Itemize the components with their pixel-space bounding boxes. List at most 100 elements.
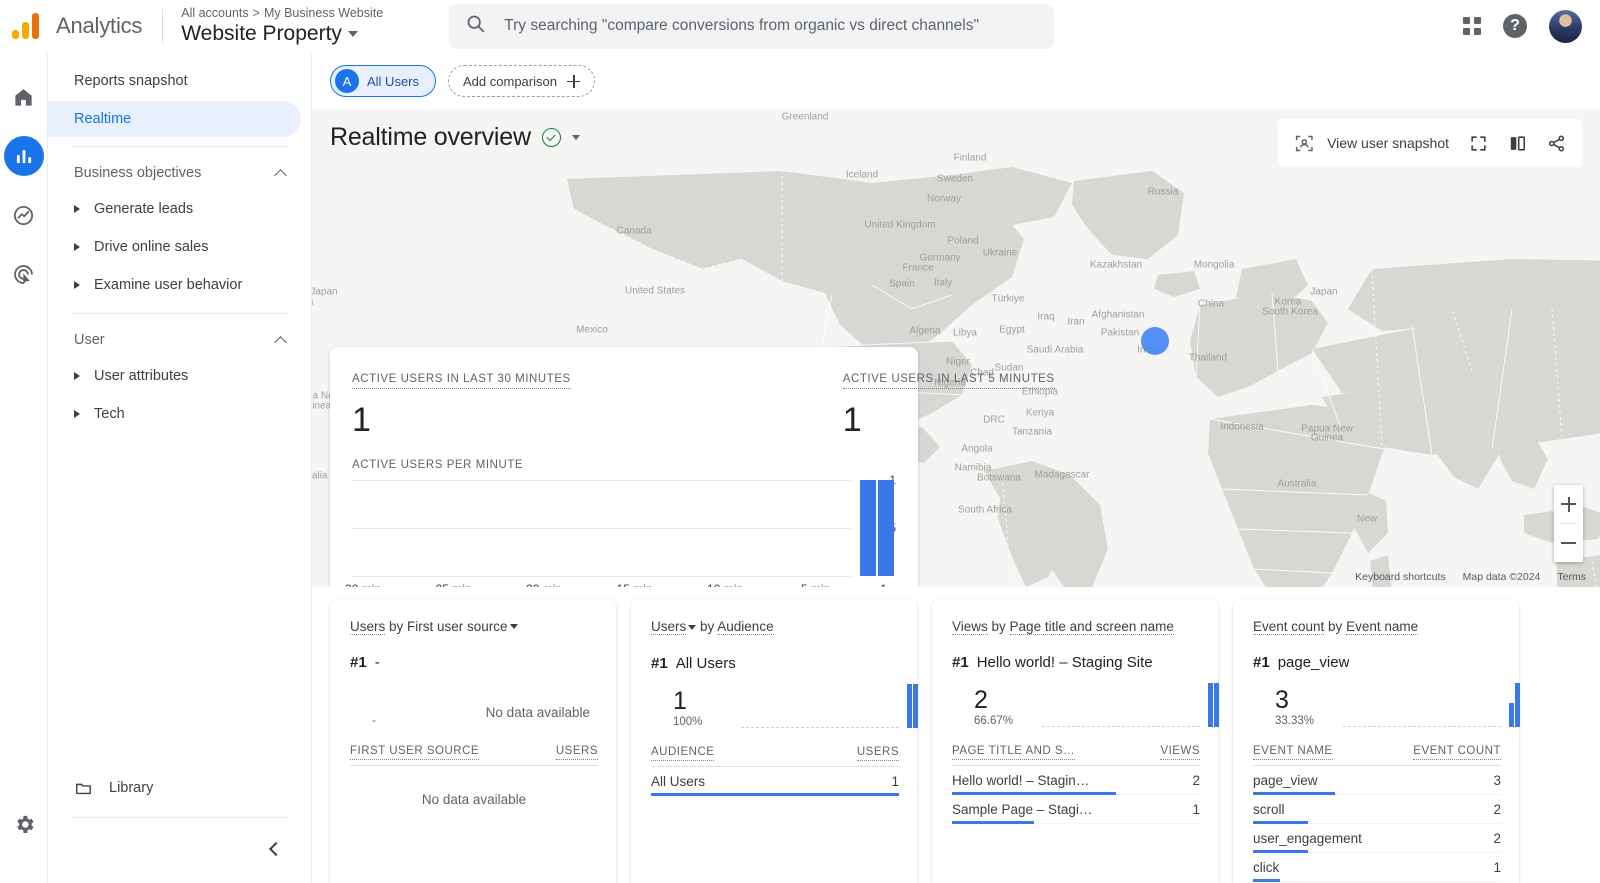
sidebar-group-user[interactable]: User <box>48 323 311 357</box>
map-zoom-controls <box>1554 485 1583 562</box>
view-user-snapshot-button[interactable]: View user snapshot <box>1294 133 1449 154</box>
sidebar-item-label: Library <box>109 780 153 796</box>
share-icon[interactable] <box>1547 134 1566 153</box>
breadcrumb-account[interactable]: My Business Website <box>264 6 383 20</box>
card-column-dimension[interactable]: EVENT NAME <box>1253 745 1333 760</box>
sidebar-item-library[interactable]: Library <box>48 768 311 808</box>
card-column-dimension[interactable]: FIRST USER SOURCE <box>350 745 479 760</box>
sidebar-group-label: User <box>74 332 105 348</box>
main-content: A All Users Add comparison <box>312 53 1600 883</box>
card-column-dimension[interactable]: AUDIENCE <box>651 746 714 761</box>
card-highlight-value: 1 <box>673 687 733 715</box>
row-label: click <box>1253 860 1279 875</box>
card-metric-label[interactable]: Event count <box>1253 619 1324 635</box>
table-row[interactable]: click1 <box>1253 853 1501 882</box>
sidebar-item-generate-leads[interactable]: Generate leads <box>48 190 311 228</box>
plus-icon <box>567 75 580 88</box>
breadcrumb-all-accounts[interactable]: All accounts <box>181 6 248 20</box>
card-table-header: FIRST USER SOURCE USERS <box>350 745 598 766</box>
sidebar-item-user-attributes[interactable]: User attributes <box>48 357 311 395</box>
card-dimension-label[interactable]: Event name <box>1346 619 1418 635</box>
account-selector[interactable]: All accounts > My Business Website Website… <box>181 6 411 47</box>
sidebar-item-drive-online-sales[interactable]: Drive online sales <box>48 228 311 266</box>
add-comparison-label: Add comparison <box>463 74 557 89</box>
card-dimension-label: First user source <box>407 619 508 634</box>
sidebar-item-reports-snapshot[interactable]: Reports snapshot <box>48 63 301 99</box>
card-dimension-label[interactable]: Audience <box>717 619 773 635</box>
card-column-metric[interactable]: USERS <box>556 745 598 760</box>
card-column-metric[interactable]: EVENT COUNT <box>1413 745 1501 760</box>
row-value: 1 <box>891 774 899 789</box>
card-highlight-value-block: 266.67% <box>952 686 1034 727</box>
sidebar-scroll-area: Reports snapshot Realtime Business objec… <box>48 53 311 768</box>
card-column-metric[interactable]: USERS <box>857 746 899 761</box>
explore-icon <box>12 204 35 227</box>
active-user-marker[interactable] <box>1141 327 1169 355</box>
card-column-dimension[interactable]: PAGE TITLE AND S… <box>952 745 1075 760</box>
card-rank-value: All Users <box>676 655 736 672</box>
sidebar-item-examine-user-behavior[interactable]: Examine user behavior <box>48 266 311 304</box>
card-column-metric[interactable]: VIEWS <box>1160 745 1200 760</box>
card-dimension-label[interactable]: Page title and screen name <box>1010 619 1174 635</box>
compare-split-icon[interactable] <box>1508 134 1527 153</box>
sidebar-item-label: Examine user behavior <box>94 277 242 293</box>
rail-item-home[interactable] <box>4 77 44 117</box>
table-row[interactable]: Sample Page – Stagi…1 <box>952 795 1200 824</box>
realtime-card: Event count by Event name#1page_view333.… <box>1233 599 1519 883</box>
x-tick-label: -5 min <box>797 582 830 587</box>
sparkline-baseline <box>1343 726 1501 727</box>
card-metric-label[interactable]: Users <box>350 619 385 635</box>
sidebar-item-realtime[interactable]: Realtime <box>48 101 301 137</box>
triangle-right-icon <box>74 281 80 289</box>
add-comparison-button[interactable]: Add comparison <box>448 65 595 97</box>
chevron-down-icon <box>688 625 696 630</box>
table-row[interactable]: Hello world! – Stagin…2 <box>952 766 1200 795</box>
help-icon[interactable]: ? <box>1503 14 1527 38</box>
terms-link[interactable]: Terms <box>1557 571 1586 583</box>
card-metric-label: Users <box>651 619 686 635</box>
card-highlight-percent: 33.33% <box>1275 715 1335 727</box>
analytics-realtime-page: Analytics All accounts>My Business Websi… <box>0 0 1600 883</box>
zoom-in-button[interactable] <box>1554 485 1583 523</box>
card-dimension-dropdown[interactable]: First user source <box>407 619 518 634</box>
table-row[interactable]: page_view3 <box>1253 766 1501 795</box>
x-tick-label: -20 min <box>522 582 562 587</box>
world-map[interactable]: GreenlandIcelandCanadaUnited StatesFinla… <box>312 109 1600 587</box>
zoom-out-button[interactable] <box>1554 524 1583 562</box>
chart-x-axis: -30 min-25 min-20 min-15 min-10 min-5 mi… <box>352 582 851 587</box>
card-metric-dropdown[interactable]: Users <box>651 619 696 635</box>
sidebar-divider <box>72 146 289 147</box>
keyboard-shortcuts-link[interactable]: Keyboard shortcuts <box>1355 571 1445 583</box>
fullscreen-icon[interactable] <box>1469 134 1488 153</box>
row-label: All Users <box>651 774 705 789</box>
sidebar-group-business-objectives[interactable]: Business objectives <box>48 156 311 190</box>
card-sparkline <box>1343 679 1501 727</box>
comparison-chip-all-users[interactable]: A All Users <box>330 65 436 97</box>
search-bar[interactable] <box>449 4 1054 49</box>
active-users-per-minute-chart[interactable]: 1 0.5 -30 min-25 min-20 min-15 min-10 mi… <box>352 480 896 576</box>
property-selector[interactable]: Website Property <box>181 21 411 47</box>
breadcrumb-separator: > <box>253 6 260 20</box>
search-input[interactable] <box>504 17 1038 35</box>
chevron-down-icon[interactable] <box>572 135 580 140</box>
apps-grid-icon[interactable] <box>1463 17 1481 35</box>
sidebar-item-tech[interactable]: Tech <box>48 395 311 433</box>
rail-item-advertising[interactable] <box>4 254 44 294</box>
row-label: user_engagement <box>1253 831 1362 846</box>
card-metric-label[interactable]: Views <box>952 619 988 635</box>
rail-item-settings[interactable] <box>4 804 44 844</box>
card-table-header: AUDIENCE USERS <box>651 746 899 767</box>
rail-item-explore[interactable] <box>4 195 44 235</box>
card-highlight-value: - <box>372 713 432 727</box>
rail-item-reports[interactable] <box>4 136 44 176</box>
sidebar-collapse-button[interactable] <box>48 827 311 871</box>
table-row[interactable]: All Users 1 <box>651 767 899 796</box>
avatar[interactable] <box>1549 10 1582 43</box>
data-fresh-check-icon <box>542 128 561 147</box>
metric-label[interactable]: ACTIVE USERS IN LAST 30 MINUTES <box>352 373 571 389</box>
card-highlight-percent: 100% <box>673 716 733 728</box>
row-value: 2 <box>1192 773 1200 788</box>
table-row[interactable]: scroll2 <box>1253 795 1501 824</box>
metric-label[interactable]: ACTIVE USERS IN LAST 5 MINUTES <box>843 373 1055 389</box>
table-row[interactable]: user_engagement2 <box>1253 824 1501 853</box>
